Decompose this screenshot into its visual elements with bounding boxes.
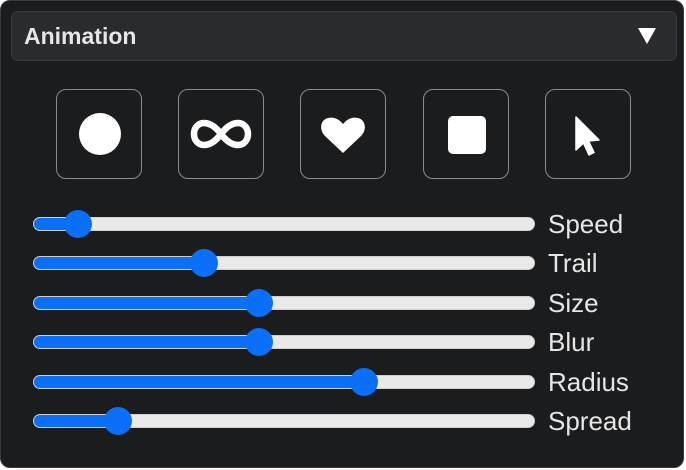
slider-fill <box>34 257 205 269</box>
slider-track[interactable] <box>33 256 535 270</box>
shape-button-circle[interactable] <box>56 89 142 179</box>
slider-label: Spread <box>548 406 632 436</box>
slider-label: Blur <box>548 327 595 357</box>
triangle-down-icon[interactable] <box>636 24 658 48</box>
slider-fill <box>34 297 260 309</box>
panel-title: Animation <box>24 23 137 49</box>
slider-label: Trail <box>548 248 598 278</box>
slider-thumb[interactable] <box>104 407 133 435</box>
slider-label: Speed <box>548 209 624 239</box>
shape-button-heart[interactable] <box>300 89 386 179</box>
slider-thumb[interactable] <box>64 210 93 238</box>
shape-button-pointer[interactable] <box>545 89 631 179</box>
slider-fill <box>34 336 260 348</box>
shape-button-infinity[interactable] <box>178 89 264 179</box>
animation-panel: Animation Speed Trail Size Blur Radius Spread <box>0 0 684 468</box>
heart-icon <box>321 117 365 153</box>
slider-thumb[interactable] <box>244 289 273 317</box>
panel-header[interactable]: Animation <box>11 11 677 61</box>
slider-spread[interactable]: Spread <box>33 406 673 436</box>
slider-thumb[interactable] <box>244 328 273 356</box>
shape-button-square[interactable] <box>423 89 509 179</box>
slider-size[interactable]: Size <box>33 288 673 318</box>
slider-track[interactable] <box>33 296 535 310</box>
slider-track[interactable] <box>33 335 535 349</box>
slider-fill <box>34 376 366 388</box>
slider-label: Size <box>548 288 599 318</box>
slider-thumb[interactable] <box>189 249 218 277</box>
infinity-icon <box>190 119 252 149</box>
square-icon <box>448 116 486 154</box>
slider-track[interactable] <box>33 375 535 389</box>
slider-track[interactable] <box>33 217 535 231</box>
slider-blur[interactable]: Blur <box>33 327 673 357</box>
cursor-pointer-icon <box>575 116 600 156</box>
circle-icon <box>79 113 121 155</box>
slider-label: Radius <box>548 367 629 397</box>
slider-radius[interactable]: Radius <box>33 367 673 397</box>
slider-speed[interactable]: Speed <box>33 209 673 239</box>
slider-trail[interactable]: Trail <box>33 248 673 278</box>
slider-thumb[interactable] <box>350 368 379 396</box>
